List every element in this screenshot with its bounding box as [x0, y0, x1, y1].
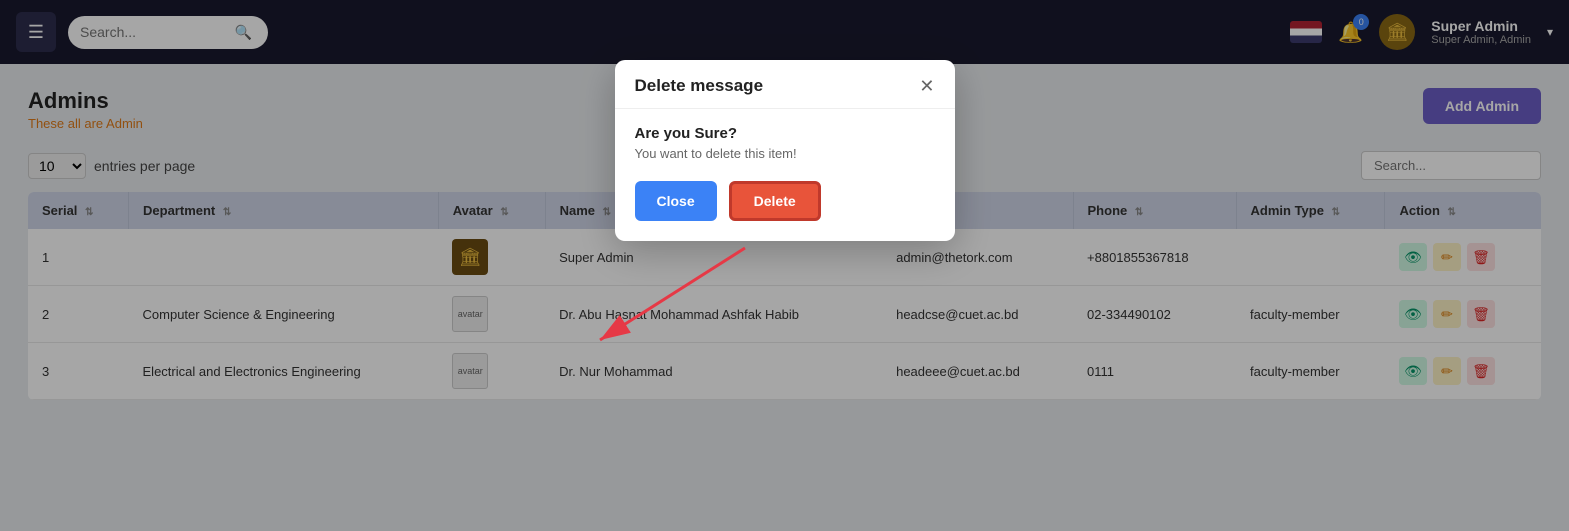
- modal-footer: Close Delete: [635, 181, 935, 221]
- modal-title: Delete message: [635, 76, 764, 96]
- modal-overlay: Delete message ✕ Are you Sure? You want …: [0, 0, 1569, 531]
- modal-close-x-button[interactable]: ✕: [919, 77, 934, 95]
- delete-modal: Delete message ✕ Are you Sure? You want …: [615, 60, 955, 241]
- modal-delete-button[interactable]: Delete: [729, 181, 821, 221]
- modal-body: Are you Sure? You want to delete this it…: [615, 109, 955, 241]
- modal-description: You want to delete this item!: [635, 146, 935, 161]
- modal-question: Are you Sure?: [635, 125, 935, 142]
- modal-close-button[interactable]: Close: [635, 181, 717, 221]
- modal-header: Delete message ✕: [615, 60, 955, 109]
